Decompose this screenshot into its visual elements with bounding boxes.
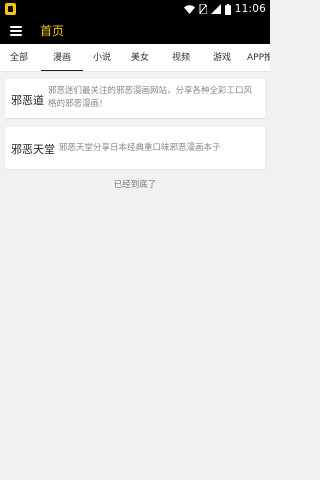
app-screen: 11:06 首页 全部 漫画 小说 美女 视频 游戏 APP推 邪恶道 邪恶迷们…	[0, 0, 270, 480]
tab-games[interactable]: 游戏	[208, 44, 236, 71]
tab-label: APP推	[247, 53, 270, 63]
tab-all[interactable]: 全部	[4, 44, 34, 71]
tab-label: 游戏	[212, 53, 231, 63]
list-item[interactable]: 邪恶道 邪恶迷们最关注的邪恶漫画网站，分享各种全彩工口风格的邪恶漫画！	[5, 79, 265, 118]
page-title: 首页	[40, 24, 65, 38]
tab-apps[interactable]: APP推	[247, 44, 270, 71]
tab-comics[interactable]: 漫画	[41, 44, 83, 71]
tab-label: 全部	[9, 53, 28, 63]
wifi-icon	[183, 4, 195, 14]
app-icon	[5, 3, 16, 15]
battery-icon	[224, 3, 231, 15]
tab-videos[interactable]: 视频	[167, 44, 195, 71]
status-bar: 11:06	[0, 0, 270, 18]
tab-label: 小说	[92, 53, 111, 63]
item-description: 邪恶天堂分享日本经典重口味邪恶漫画本子	[59, 143, 221, 153]
tab-label: 美女	[130, 53, 149, 63]
item-title: 邪恶天堂	[11, 143, 55, 156]
status-icons: 11:06	[183, 2, 266, 16]
item-title: 邪恶道	[11, 94, 44, 107]
item-description: 邪恶迷们最关注的邪恶漫画网站，分享各种全彩工口风格的邪恶漫画！	[48, 86, 253, 109]
status-time: 11:06	[234, 3, 266, 15]
app-bar: 首页	[0, 18, 270, 44]
category-tabs: 全部 漫画 小说 美女 视频 游戏 APP推	[0, 44, 270, 72]
tab-beauty[interactable]: 美女	[126, 44, 154, 71]
tab-novels[interactable]: 小说	[89, 44, 115, 71]
end-of-list-text: 已经到底了	[113, 180, 157, 190]
tab-label: 漫画	[52, 53, 71, 63]
list-item[interactable]: 邪恶天堂 邪恶天堂分享日本经典重口味邪恶漫画本子	[5, 127, 265, 169]
no-sim-icon	[199, 4, 207, 14]
signal-icon	[210, 4, 221, 14]
hamburger-icon[interactable]	[10, 25, 22, 37]
tab-label: 视频	[171, 53, 190, 63]
